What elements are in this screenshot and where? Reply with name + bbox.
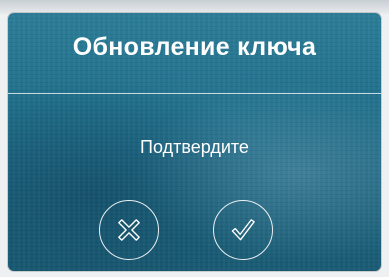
screen: Обновление ключа Подтвердите bbox=[0, 0, 389, 277]
confirm-button[interactable] bbox=[213, 200, 273, 260]
title-divider bbox=[8, 93, 381, 94]
cross-icon bbox=[118, 219, 140, 241]
key-update-dialog: Обновление ключа Подтвердите bbox=[8, 13, 381, 271]
cancel-button[interactable] bbox=[99, 200, 159, 260]
dialog-title: Обновление ключа bbox=[72, 33, 317, 61]
checkmark-icon bbox=[231, 219, 255, 241]
dialog-message: Подтвердите bbox=[140, 137, 249, 157]
background-strip bbox=[0, 0, 389, 14]
